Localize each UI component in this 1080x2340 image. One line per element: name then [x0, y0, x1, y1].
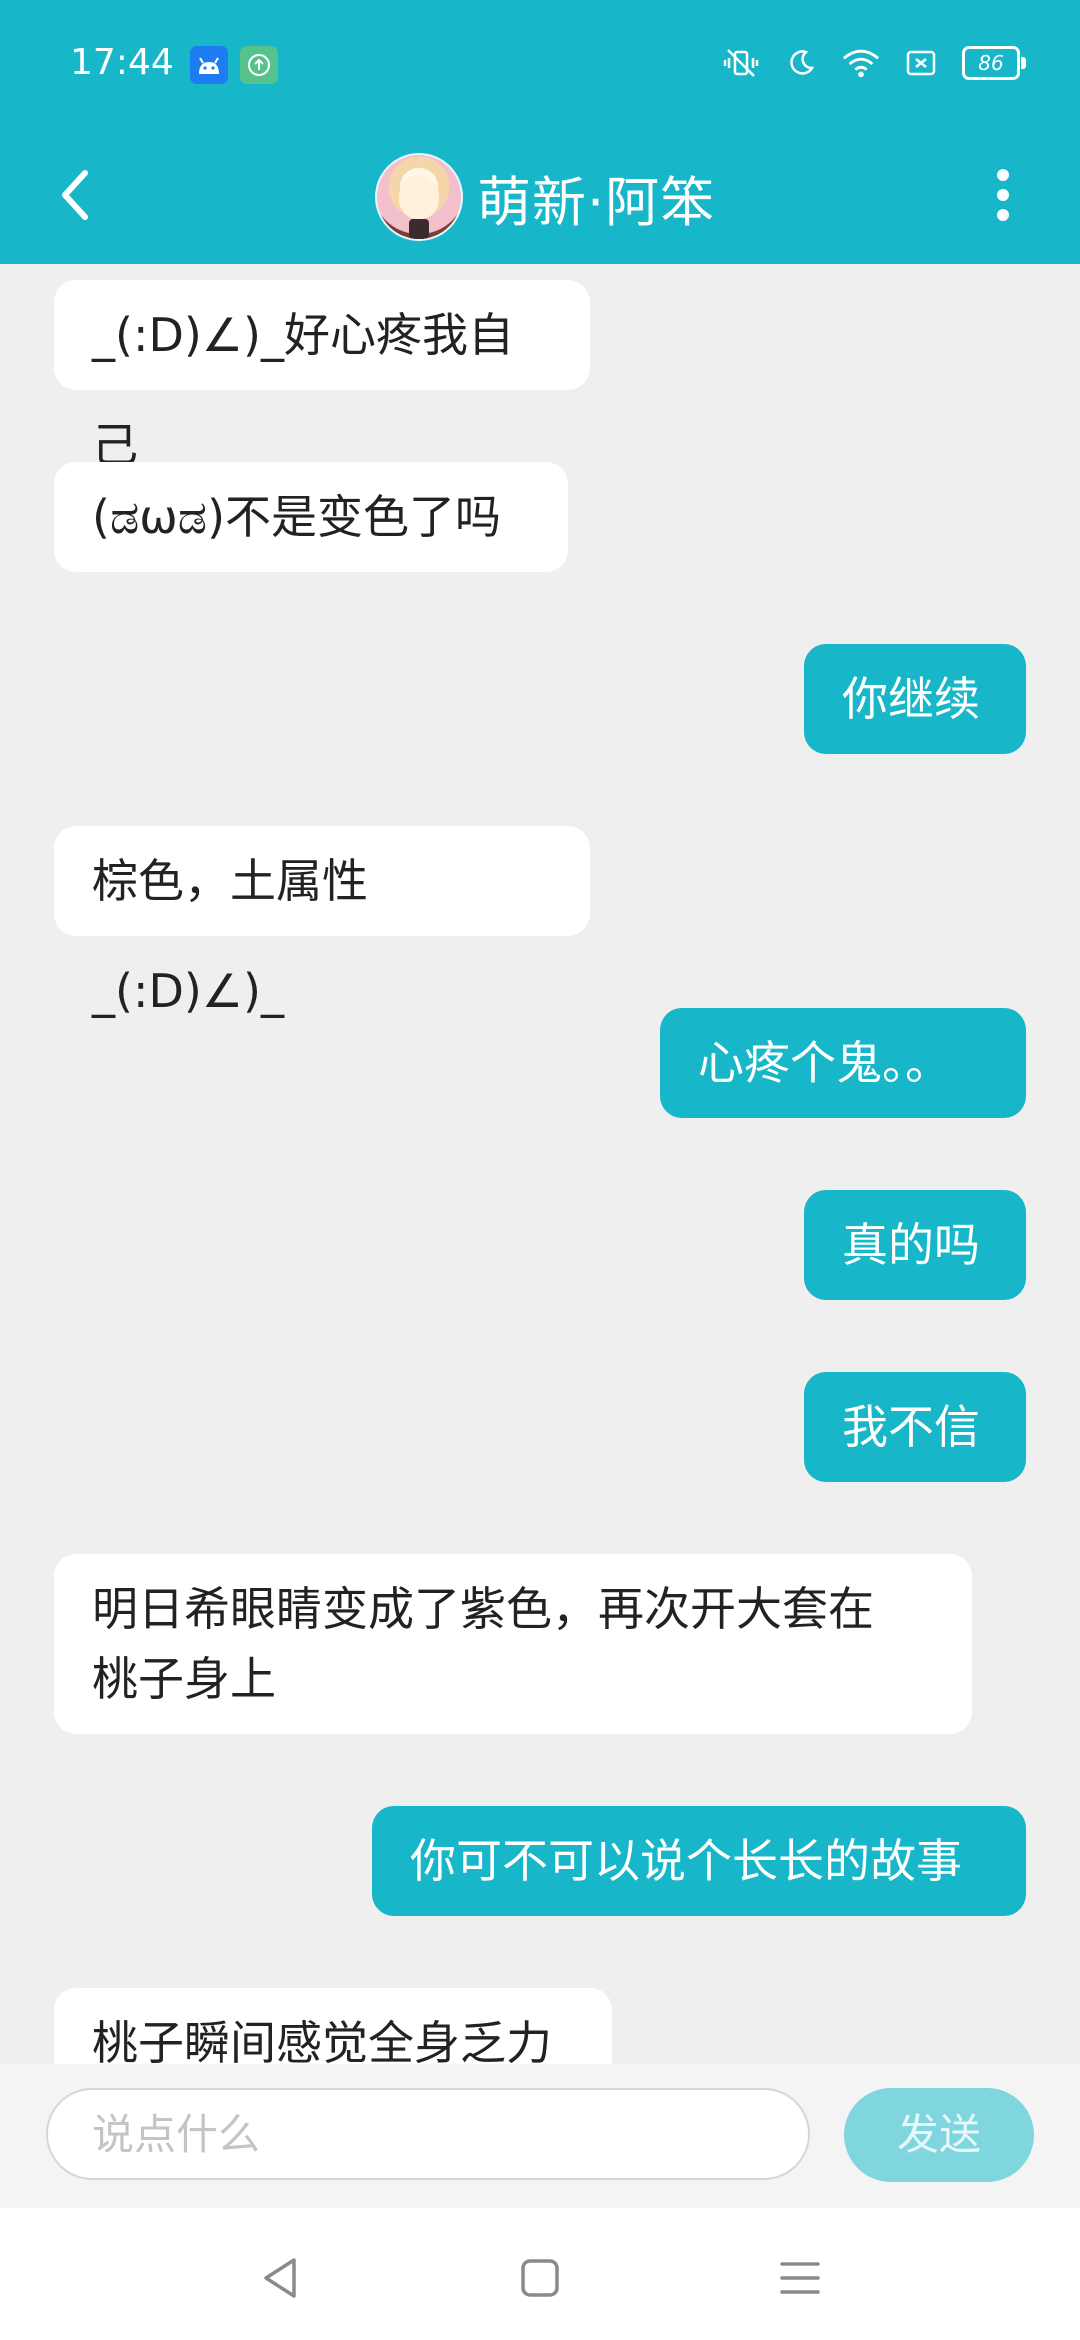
- send-button[interactable]: 发送: [844, 2088, 1034, 2182]
- chat-title: 萌新·阿笨: [477, 170, 716, 234]
- sim-icon: [902, 44, 940, 82]
- input-bar: 发送: [0, 2064, 1080, 2208]
- status-bar: 17:44 86: [0, 0, 1080, 130]
- android-icon: [190, 46, 228, 84]
- message-bubble-received[interactable]: 桃子瞬间感觉全身乏力: [54, 1988, 612, 2064]
- message-bubble-received[interactable]: (ಡωಡ)不是变色了吗: [54, 462, 568, 572]
- nav-menu-button[interactable]: [770, 2248, 830, 2308]
- more-options-button[interactable]: [968, 160, 1038, 230]
- message-bubble-received[interactable]: 棕色，土属性_(:D)∠)_: [54, 826, 590, 1018]
- nav-home-icon: [521, 2259, 559, 2297]
- status-time: 17:44: [70, 42, 174, 83]
- nav-menu-icon: [780, 2262, 820, 2294]
- nav-home-button[interactable]: [510, 2248, 570, 2308]
- moon-icon: [782, 44, 820, 82]
- message-bubble-sent[interactable]: 我不信: [804, 1372, 1026, 1482]
- back-arrow-icon: [62, 170, 88, 220]
- chat-title-group[interactable]: 萌新·阿笨: [375, 138, 715, 256]
- message-input[interactable]: [46, 2088, 810, 2180]
- nav-back-icon: [264, 2258, 296, 2298]
- avatar[interactable]: [375, 153, 463, 241]
- message-bubble-sent[interactable]: 你继续: [804, 644, 1026, 754]
- mute-vibrate-icon: [722, 44, 760, 82]
- system-nav-bar: [0, 2208, 1080, 2340]
- message-bubble-sent[interactable]: 你可不可以说个长长的故事: [372, 1806, 1026, 1916]
- message-bubble-sent[interactable]: 心疼个鬼。。: [660, 1008, 1026, 1118]
- back-button[interactable]: [40, 160, 110, 230]
- nav-back-button[interactable]: [250, 2248, 310, 2308]
- message-bubble-sent[interactable]: 真的吗: [804, 1190, 1026, 1300]
- message-bubble-received[interactable]: _(:D)∠)_好心疼我自己: [54, 280, 590, 472]
- battery-icon: 86: [962, 46, 1026, 80]
- more-vertical-icon: [997, 169, 1009, 221]
- status-icons: 86: [722, 44, 1026, 82]
- chat-header: 萌新·阿笨: [0, 130, 1080, 264]
- wifi-icon: [842, 44, 880, 82]
- message-list[interactable]: _(:D)∠)_好心疼我自己 (ಡωಡ)不是变色了吗 你继续 棕色，土属性_(:…: [0, 264, 1080, 2064]
- message-bubble-received[interactable]: 明日希眼睛变成了紫色，再次开大套在 桃子身上: [54, 1554, 972, 1734]
- upload-icon: [240, 46, 278, 84]
